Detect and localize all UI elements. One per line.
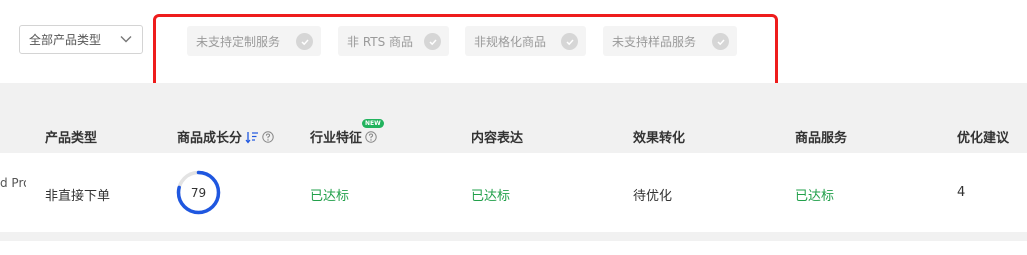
cell-content-status[interactable]: 已达标 — [471, 185, 510, 204]
check-circle-icon — [712, 33, 729, 50]
column-header-content: 内容表达 — [471, 127, 523, 146]
column-header-label: 行业特征 — [310, 131, 363, 146]
column-header-service: 商品服务 — [795, 127, 847, 146]
column-header-product-type: 产品类型 — [45, 127, 97, 146]
help-icon[interactable] — [365, 130, 377, 143]
cell-effect-status: 待优化 — [633, 189, 673, 204]
filter-tag-non-standard[interactable]: 非规格化商品 — [465, 26, 586, 56]
column-header-label: 商品服务 — [795, 131, 848, 146]
filter-tag-non-rts[interactable]: 非 RTS 商品 — [338, 26, 449, 56]
column-header-label: 内容表达 — [471, 131, 524, 146]
product-type-select-value: 全部产品类型 — [29, 33, 102, 47]
product-type-select[interactable]: 全部产品类型 — [19, 25, 143, 54]
cell-product-type: 非直接下单 — [45, 189, 111, 204]
chevron-down-icon — [120, 36, 132, 43]
check-circle-icon — [296, 33, 313, 50]
column-header-effect: 效果转化 — [633, 127, 685, 146]
column-header-label: 优化建议 — [957, 131, 1010, 146]
filter-tag-label: 非规格化商品 — [474, 34, 547, 49]
table-row[interactable] — [0, 153, 1027, 232]
filter-tag-label: 非 RTS 商品 — [347, 34, 414, 49]
filter-tag-sample-service[interactable]: 未支持样品服务 — [603, 26, 737, 56]
column-header-label: 效果转化 — [633, 131, 686, 146]
column-header-label: 产品类型 — [45, 131, 98, 146]
product-name-fragment[interactable]: d Pro — [0, 176, 26, 190]
column-header-suggestion: 优化建议 — [957, 127, 1009, 146]
column-header-growth-score[interactable]: 商品成长分 — [177, 127, 274, 146]
filter-tag-label: 未支持定制服务 — [196, 34, 281, 49]
filter-tag-label: 未支持样品服务 — [612, 34, 697, 49]
cell-suggestion-count: 4 — [957, 185, 966, 200]
help-icon[interactable] — [262, 130, 274, 143]
column-header-label: 商品成长分 — [177, 131, 243, 146]
product-list-page: 全部产品类型 未支持定制服务 非 RTS 商品 非规格化商品 未支持样品服务 产… — [0, 0, 1027, 255]
check-circle-icon — [424, 33, 441, 50]
growth-score-value: 79 — [190, 185, 207, 200]
filter-tag-custom-service[interactable]: 未支持定制服务 — [187, 26, 321, 56]
sort-icon[interactable] — [245, 130, 259, 144]
check-circle-icon — [561, 33, 578, 50]
cell-service-status[interactable]: 已达标 — [795, 185, 834, 204]
growth-score-ring: 79 — [176, 170, 221, 215]
column-header-industry: 行业特征 — [310, 127, 377, 146]
table-divider — [0, 232, 1027, 241]
cell-industry-status[interactable]: 已达标 — [310, 185, 349, 204]
